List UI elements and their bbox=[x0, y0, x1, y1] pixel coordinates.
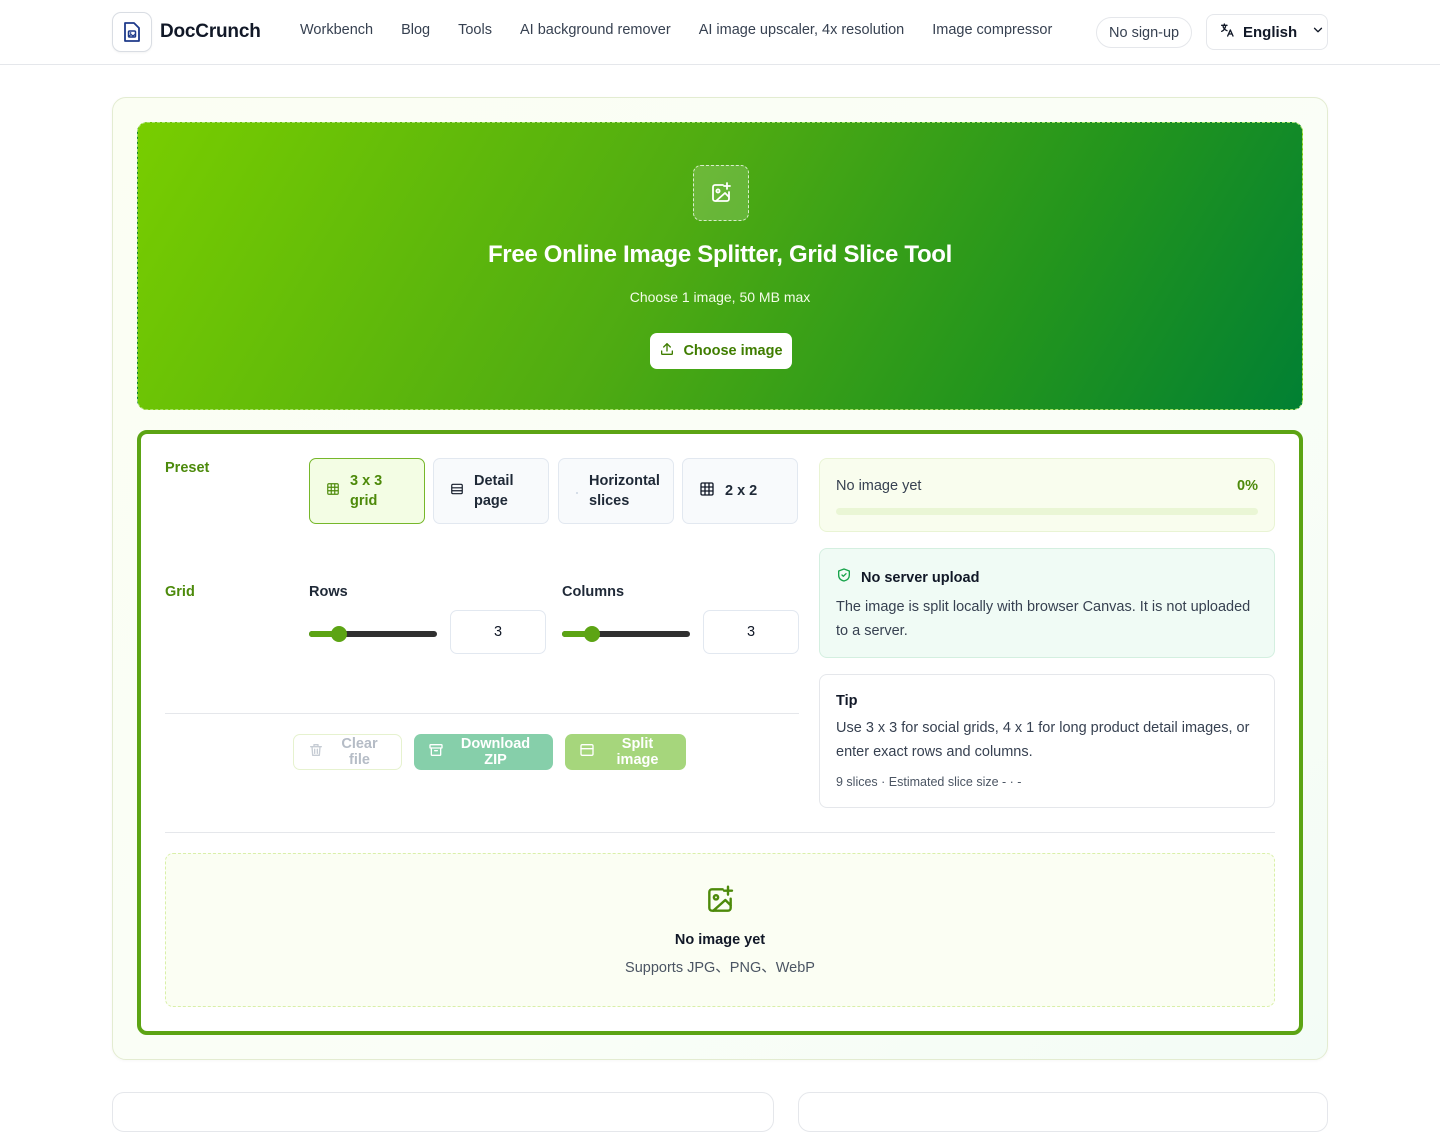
archive-icon bbox=[428, 742, 444, 762]
shield-check-icon bbox=[836, 567, 852, 588]
image-plus-icon bbox=[704, 884, 736, 921]
rows-label: Rows bbox=[309, 584, 348, 600]
columns-label: Columns bbox=[562, 584, 625, 600]
nav-item-tools[interactable]: Tools bbox=[458, 22, 492, 38]
brand-link[interactable]: DocCrunch bbox=[112, 12, 261, 52]
supported-formats-text: Supports JPG、PNG、WebP bbox=[625, 960, 815, 976]
grid-icon bbox=[699, 481, 715, 502]
info-card bbox=[112, 1092, 774, 1132]
slider-thumb[interactable] bbox=[583, 626, 600, 642]
trash-icon bbox=[308, 742, 324, 762]
divider bbox=[165, 832, 1275, 833]
dot-icon bbox=[575, 482, 579, 500]
nav-item-background-remover[interactable]: AI background remover bbox=[520, 22, 671, 38]
preset-label: Horizontal slices bbox=[589, 473, 660, 509]
privacy-notice-header: No server upload bbox=[836, 567, 979, 588]
tip-card: Tip Use 3 x 3 for social grids, 4 x 1 fo… bbox=[819, 674, 1275, 808]
language-selector[interactable]: English bbox=[1206, 14, 1328, 50]
nav-item-blog[interactable]: Blog bbox=[401, 22, 430, 38]
preview-empty-title: No image yet bbox=[674, 932, 766, 948]
chevron-down-icon bbox=[1311, 23, 1325, 42]
preview-placeholder: No image yet Supports JPG、PNG、WebP bbox=[165, 853, 1275, 1007]
upload-limit-text: Choose 1 image, 50 MB max bbox=[629, 289, 811, 305]
page-title: Free Online Image Splitter, Grid Slice T… bbox=[487, 241, 953, 268]
main-nav: Workbench Blog Tools AI background remov… bbox=[300, 22, 1052, 38]
preset-section-label: Preset bbox=[165, 460, 210, 476]
grid-section-label: Grid bbox=[165, 584, 195, 600]
preset-horizontal-slices[interactable]: Horizontal slices bbox=[558, 458, 674, 524]
nav-item-image-compressor[interactable]: Image compressor bbox=[932, 22, 1052, 38]
tip-body: Use 3 x 3 for social grids, 4 x 1 for lo… bbox=[836, 720, 1250, 760]
language-label: English bbox=[1243, 23, 1298, 41]
tip-title: Tip bbox=[836, 693, 858, 709]
rows-input[interactable] bbox=[450, 610, 546, 654]
privacy-notice-title: No server upload bbox=[861, 569, 980, 586]
brand-name: DocCrunch bbox=[160, 21, 261, 42]
divider bbox=[165, 713, 799, 714]
split-icon bbox=[579, 742, 595, 762]
slice-estimate-text: 9 slices · Estimated slice size - · - bbox=[836, 775, 1022, 789]
nav-item-workbench[interactable]: Workbench bbox=[300, 22, 373, 38]
preset-label: 2 x 2 bbox=[725, 483, 758, 499]
clear-file-label: Clear file bbox=[341, 736, 378, 768]
rows-slider[interactable] bbox=[309, 626, 437, 642]
progress-percent: 0% bbox=[1237, 478, 1258, 494]
no-signup-badge: No sign-up bbox=[1096, 17, 1193, 48]
grid-icon bbox=[326, 482, 340, 501]
nav-item-image-upscaler[interactable]: AI image upscaler, 4x resolution bbox=[699, 22, 905, 38]
rows-icon bbox=[450, 482, 464, 501]
download-zip-label: Download ZIP bbox=[460, 736, 531, 768]
preset-3x3-grid[interactable]: 3 x 3 grid bbox=[309, 458, 425, 524]
split-image-label: Split image bbox=[616, 736, 659, 768]
privacy-notice-card: No server upload The image is split loca… bbox=[819, 548, 1275, 658]
preset-detail-page[interactable]: Detail page bbox=[433, 458, 549, 524]
upload-dropzone[interactable]: Free Online Image Splitter, Grid Slice T… bbox=[137, 122, 1303, 410]
image-plus-icon bbox=[693, 165, 749, 221]
upload-icon bbox=[659, 341, 675, 361]
top-navigation-bar: DocCrunch Workbench Blog Tools AI backgr… bbox=[0, 0, 1440, 65]
progress-card: No image yet 0% bbox=[819, 458, 1275, 532]
choose-image-label: Choose image bbox=[683, 343, 783, 359]
translate-icon bbox=[1219, 22, 1235, 43]
columns-slider[interactable] bbox=[562, 626, 690, 642]
doccrunch-logo-icon bbox=[112, 12, 152, 52]
settings-panel: Preset 3 x 3 grid Detail page Horizontal… bbox=[137, 430, 1303, 1035]
preset-label: Detail page bbox=[474, 473, 514, 509]
split-image-button[interactable]: Split image bbox=[565, 734, 686, 770]
info-card bbox=[798, 1092, 1328, 1132]
preset-2x2[interactable]: 2 x 2 bbox=[682, 458, 798, 524]
privacy-notice-body: The image is split locally with browser … bbox=[836, 599, 1251, 639]
columns-input[interactable] bbox=[703, 610, 799, 654]
progress-bar bbox=[836, 508, 1258, 515]
download-zip-button[interactable]: Download ZIP bbox=[414, 734, 553, 770]
progress-status-text: No image yet bbox=[836, 478, 922, 494]
preset-label: 3 x 3 grid bbox=[350, 473, 383, 509]
slider-thumb[interactable] bbox=[330, 626, 347, 642]
choose-image-button[interactable]: Choose image bbox=[650, 333, 792, 369]
clear-file-button[interactable]: Clear file bbox=[293, 734, 402, 770]
